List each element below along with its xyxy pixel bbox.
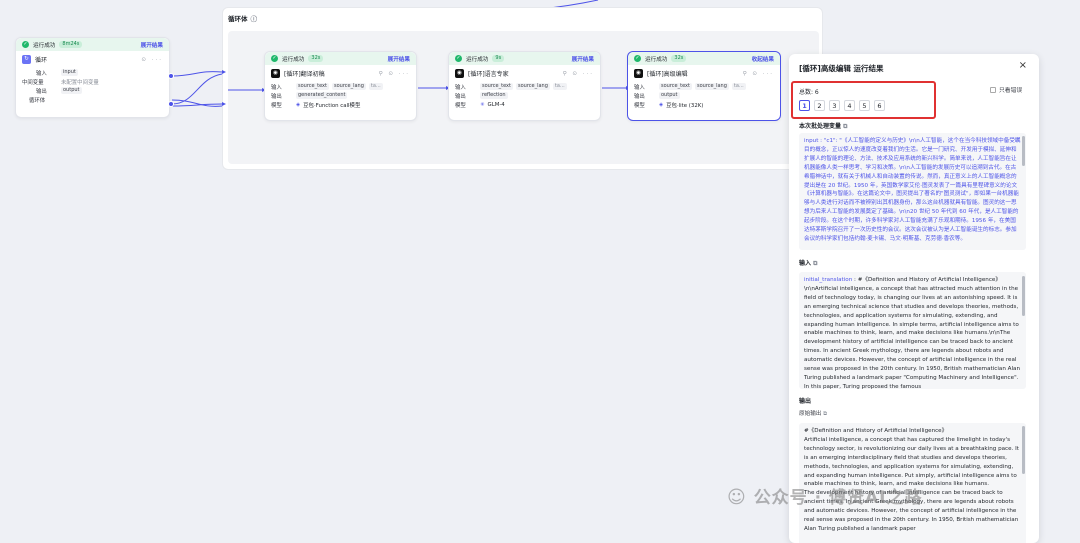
input-title: 输入 ⧉ (799, 260, 818, 267)
batch-pagination: 1 2 3 4 5 6 (799, 100, 889, 111)
row-output: 输出 output (634, 92, 680, 100)
row-input: 输入 source_text source_lang ta... (634, 83, 746, 91)
input-value: : #《Definition and History of Artificial… (804, 277, 1021, 389)
status-bar: ✓ 运行成功 32s 收起结果 (628, 52, 780, 65)
status-text: 运行成功 (282, 56, 305, 63)
scrollbar[interactable] (1022, 426, 1025, 474)
translate-draft-node[interactable]: ✓ 运行成功 32s 展开结果 ◉ [循环]翻译初稿 ⚲ ⊙ ··· 输入 sou… (264, 51, 417, 121)
scrollbar[interactable] (1022, 136, 1025, 166)
panel-title: [循环]高级编辑 运行结果 (799, 64, 884, 73)
row-input: 输入 source_text source_lang ta... (271, 83, 383, 91)
node-header: ◉ [循环]高级编辑 ⚲ ⊙ ··· (628, 65, 780, 82)
collapse-result-link[interactable]: 收起结果 (752, 55, 774, 63)
expand-result-link[interactable]: 展开结果 (388, 55, 410, 63)
scrollbar[interactable] (1022, 276, 1025, 316)
success-icon: ✓ (634, 55, 641, 62)
batch-variables-title: 本次批处理变量 ⧉ (799, 123, 848, 130)
info-icon: ⓘ (250, 15, 258, 23)
expand-result-link[interactable]: 展开结果 (141, 41, 163, 49)
duration-badge: 9s (492, 55, 505, 62)
node-title: [循环]高级编辑 (647, 71, 688, 78)
row-model: 模型 ✳ GLM-4 (455, 101, 505, 109)
loop-body-title: 循环体 ⓘ (228, 15, 258, 23)
page-button[interactable]: 3 (829, 100, 840, 111)
output-title: 输出 (799, 398, 812, 405)
row-input: 输入 input (36, 69, 78, 77)
duration-badge: 32s (671, 55, 687, 62)
status-bar: ✓ 运行成功 8m24s 展开结果 (16, 38, 169, 51)
success-icon: ✓ (455, 55, 462, 62)
row-model: 模型 ◈ 豆包·lite (32K) (634, 101, 704, 109)
node-title: 循环 (35, 57, 48, 64)
raw-output-label: 原始输出 ⧉ (799, 411, 828, 417)
status-bar: ✓ 运行成功 32s 展开结果 (265, 52, 416, 65)
node-actions[interactable]: ⚲ ⊙ ··· (743, 71, 774, 77)
copy-icon[interactable]: ⧉ (823, 411, 827, 417)
loop-node[interactable]: ✓ 运行成功 8m24s 展开结果 ↻ 循环 ⊙ ··· 输入 input 中间变… (15, 37, 170, 118)
status-text: 运行成功 (33, 42, 56, 49)
total-count: 总数: 6 (799, 89, 819, 96)
close-icon[interactable]: × (1019, 60, 1027, 71)
page-button[interactable]: 6 (874, 100, 885, 111)
run-result-panel: [循环]高级编辑 运行结果 × 总数: 6 1 2 3 4 5 6 只看错误 本… (789, 54, 1039, 543)
model-icon: ◈ (296, 101, 301, 108)
row-output: 输出 output (36, 87, 82, 95)
row-output: 输出 reflection (455, 92, 508, 100)
node-title: [循环]语言专家 (468, 71, 509, 78)
page-button[interactable]: 1 (799, 100, 810, 111)
row-output: 输出 generated_content (271, 92, 348, 100)
duration-badge: 8m24s (59, 41, 83, 48)
copy-icon[interactable]: ⧉ (813, 260, 817, 267)
input-key: initial_translation (804, 277, 853, 283)
batch-variables-text: input : "c1": "《人工智能的定义与历史》\n\n人工智能，这个在当… (799, 133, 1026, 250)
status-text: 运行成功 (466, 56, 489, 63)
page-button[interactable]: 2 (814, 100, 825, 111)
page-button[interactable]: 4 (844, 100, 855, 111)
wechat-icon: ☺ (727, 487, 747, 508)
success-icon: ✓ (271, 55, 278, 62)
node-header: ↻ 循环 ⊙ ··· (16, 51, 169, 68)
llm-icon: ◉ (455, 69, 464, 78)
only-errors-toggle[interactable]: 只看错误 (990, 85, 1022, 94)
node-header: ◉ [循环]翻译初稿 ⚲ ⊙ ··· (265, 65, 416, 82)
row-loop-body: 循环体 (29, 97, 46, 104)
model-icon: ◈ (659, 101, 664, 108)
expand-result-link[interactable]: 展开结果 (572, 55, 594, 63)
node-header: ◉ [循环]语言专家 ⚲ ⊙ ··· (449, 65, 600, 82)
only-errors-label: 只看错误 (999, 88, 1023, 94)
status-text: 运行成功 (645, 56, 668, 63)
advanced-editor-node[interactable]: ✓ 运行成功 32s 收起结果 ◉ [循环]高级编辑 ⚲ ⊙ ··· 输入 sou… (627, 51, 781, 121)
watermark: ☺ 公众号 · 傅贤AI之路 (727, 487, 923, 508)
node-title: [循环]翻译初稿 (284, 71, 325, 78)
input-text: initial_translation : #《Definition and H… (799, 272, 1026, 389)
node-actions[interactable]: ⚲ ⊙ ··· (379, 71, 410, 77)
row-input: 输入 source_text source_lang ta... (455, 83, 567, 91)
llm-icon: ◉ (271, 69, 280, 78)
node-actions[interactable]: ⊙ ··· (141, 57, 163, 63)
success-icon: ✓ (22, 41, 29, 48)
status-bar: ✓ 运行成功 9s 展开结果 (449, 52, 600, 65)
copy-icon[interactable]: ⧉ (843, 123, 847, 130)
page-button[interactable]: 5 (859, 100, 870, 111)
batch-text: input : "c1": "《人工智能的定义与历史》\n\n人工智能，这个在当… (804, 138, 1021, 242)
port-handle[interactable] (168, 73, 174, 79)
llm-icon: ◉ (634, 69, 643, 78)
row-model: 模型 ◈ 豆包·Function call模型 (271, 101, 361, 109)
port-handle[interactable] (168, 101, 174, 107)
model-icon: ✳ (480, 101, 485, 108)
loop-icon: ↻ (22, 55, 31, 64)
node-actions[interactable]: ⚲ ⊙ ··· (563, 71, 594, 77)
edge-loop-out (171, 71, 223, 77)
row-intermediate: 中间变量 未配置中间变量 (22, 79, 99, 86)
only-errors-checkbox[interactable] (990, 86, 996, 93)
language-expert-node[interactable]: ✓ 运行成功 9s 展开结果 ◉ [循环]语言专家 ⚲ ⊙ ··· 输入 sour… (448, 51, 601, 121)
duration-badge: 32s (308, 55, 324, 62)
